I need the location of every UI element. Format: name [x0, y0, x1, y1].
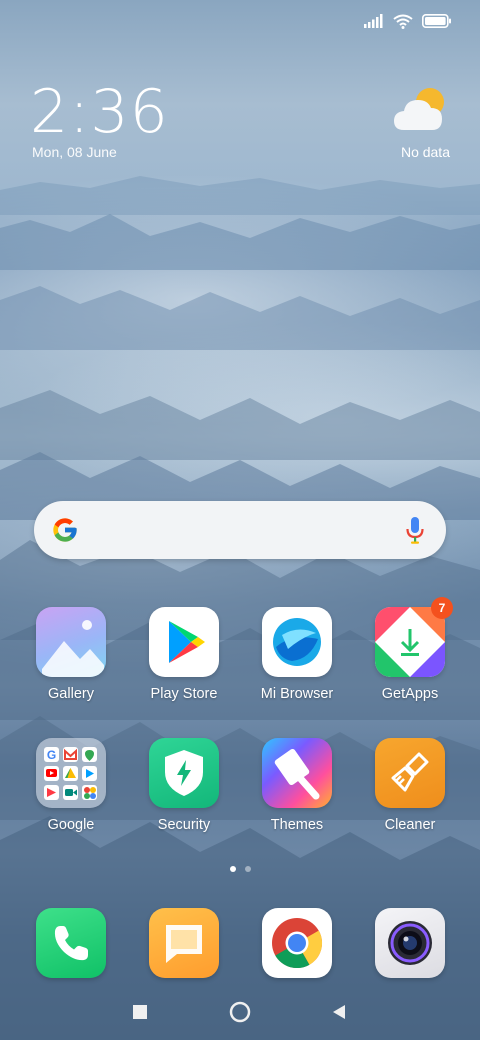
google-folder-icon[interactable]: G: [36, 738, 106, 808]
page-dot[interactable]: [244, 866, 251, 872]
camera-icon[interactable]: [375, 908, 445, 978]
app-label: Cleaner: [384, 817, 436, 833]
app-cleaner[interactable]: Cleaner: [354, 738, 466, 834]
app-label: Gallery: [48, 686, 94, 702]
clock-time[interactable]: 2:36: [30, 78, 169, 146]
app-label: Themes: [270, 817, 324, 833]
google-search-bar[interactable]: [34, 501, 446, 559]
microphone-icon[interactable]: [406, 517, 424, 544]
battery-icon: [422, 14, 451, 28]
status-bar: [364, 10, 452, 32]
notification-badge: 7: [431, 597, 453, 619]
app-play-store[interactable]: Play Store: [128, 607, 240, 703]
app-label: Google: [47, 817, 95, 833]
signal-icon: [364, 14, 383, 28]
gallery-icon[interactable]: [36, 607, 106, 677]
clock-date[interactable]: Mon, 08 June: [32, 144, 117, 160]
app-label: Mi Browser: [260, 686, 334, 702]
app-getapps[interactable]: 7 GetApps: [354, 597, 466, 703]
app-themes[interactable]: Themes: [241, 738, 353, 834]
phone-icon[interactable]: [36, 908, 106, 978]
messages-icon[interactable]: [149, 908, 219, 978]
page-dot-active[interactable]: [229, 866, 236, 872]
back-icon[interactable]: [328, 1000, 352, 1024]
svg-text:G: G: [47, 748, 56, 762]
play-store-icon[interactable]: [149, 607, 219, 677]
security-icon[interactable]: [149, 738, 219, 808]
google-logo-icon[interactable]: [51, 516, 79, 544]
app-google-folder[interactable]: G Google: [15, 738, 127, 834]
themes-icon[interactable]: [262, 738, 332, 808]
app-label: Security: [157, 817, 211, 833]
partly-cloudy-icon[interactable]: [394, 86, 450, 132]
mi-browser-icon[interactable]: [262, 607, 332, 677]
cleaner-icon[interactable]: [375, 738, 445, 808]
getapps-icon[interactable]: [375, 607, 445, 677]
recents-icon[interactable]: [128, 1000, 152, 1024]
app-security[interactable]: Security: [128, 738, 240, 834]
wifi-icon: [393, 14, 413, 29]
home-icon[interactable]: [228, 1000, 252, 1024]
weather-status[interactable]: No data: [401, 144, 450, 160]
app-mi-browser[interactable]: Mi Browser: [241, 607, 353, 703]
app-gallery[interactable]: Gallery: [15, 607, 127, 703]
chrome-icon[interactable]: [262, 908, 332, 978]
app-label: Play Store: [150, 686, 218, 702]
page-indicator: [0, 866, 480, 872]
app-label: GetApps: [381, 686, 439, 702]
